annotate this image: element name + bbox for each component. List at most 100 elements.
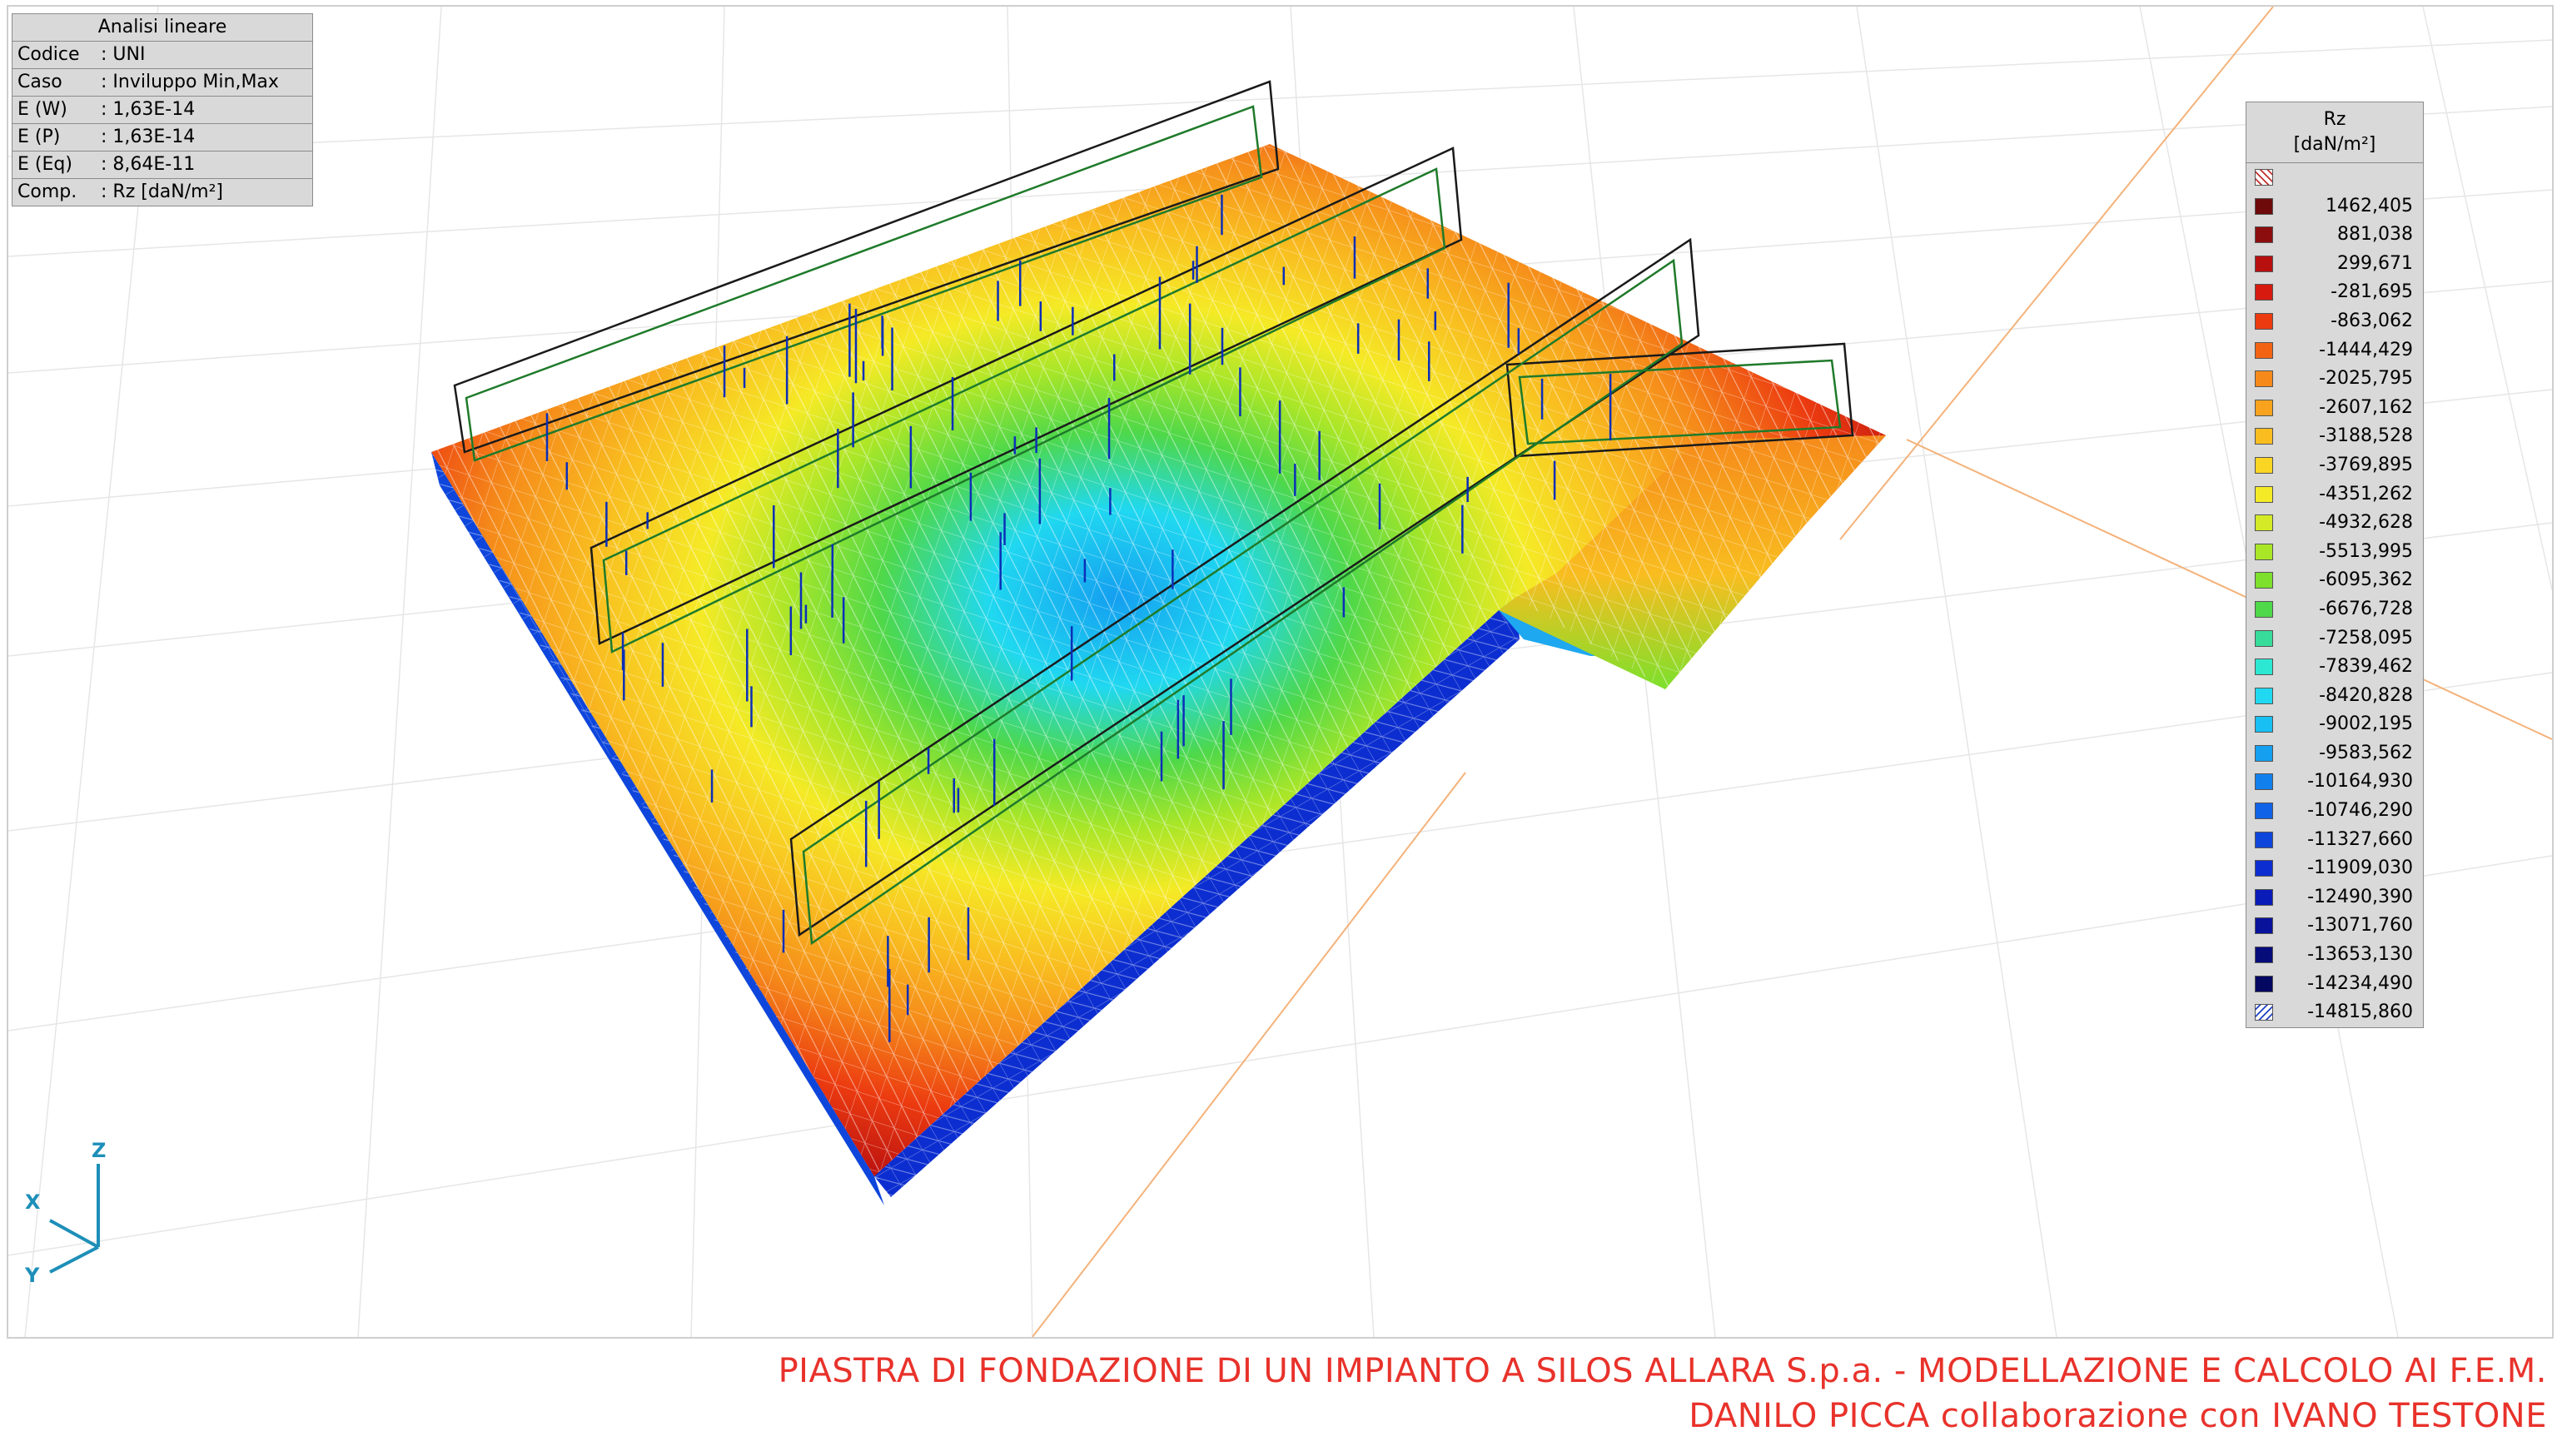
info-row-eeq: E (Eq) 8,64E-11 bbox=[12, 152, 312, 179]
legend-swatch bbox=[2255, 975, 2273, 992]
legend-swatch bbox=[2255, 428, 2273, 445]
legend-value: -2025,795 bbox=[2319, 368, 2413, 390]
legend-value: 881,038 bbox=[2337, 224, 2413, 246]
legend-value: 1462,405 bbox=[2326, 195, 2413, 216]
legend-value: -14815,860 bbox=[2307, 1001, 2413, 1023]
legend-entry: -1444,429 bbox=[2246, 336, 2423, 365]
legend-value: -3188,528 bbox=[2319, 425, 2413, 447]
legend-swatch bbox=[2255, 773, 2273, 791]
legend-swatch bbox=[2255, 312, 2273, 330]
legend-swatch bbox=[2255, 399, 2273, 416]
legend-value: -2607,162 bbox=[2319, 396, 2413, 418]
legend-rows: 1462,405 881,038 299,671 -281,695 -863,062 -1… bbox=[2246, 192, 2423, 1027]
legend-value: -11327,660 bbox=[2307, 828, 2413, 850]
legend-swatch bbox=[2255, 255, 2273, 272]
legend-entry: -4351,262 bbox=[2246, 480, 2423, 509]
legend-swatch bbox=[2255, 600, 2273, 618]
caption-line-2: DANILO PICCA collaborazione con IVANO TE… bbox=[1689, 1397, 2547, 1435]
legend-swatch bbox=[2255, 744, 2273, 762]
legend-entry: -4932,628 bbox=[2246, 509, 2423, 538]
analysis-title: Analisi lineare bbox=[12, 14, 312, 42]
info-key: E (Eq) bbox=[17, 154, 72, 175]
legend-entry: -7258,095 bbox=[2246, 624, 2423, 653]
legend-entry: 1462,405 bbox=[2246, 192, 2423, 221]
legend-value: -3769,895 bbox=[2319, 454, 2413, 475]
legend-entry: -12490,390 bbox=[2246, 883, 2423, 912]
model-viewport[interactable]: Analisi lineare Codice UNI Caso Inviluppo … bbox=[7, 5, 2554, 1339]
legend-unit: [daN/m²] bbox=[2293, 134, 2376, 155]
color-legend: Rz [daN/m²] 1462,405 881,038 299,671 -281,6… bbox=[2246, 102, 2424, 1028]
legend-value: -7839,462 bbox=[2319, 656, 2413, 678]
legend-entry: -3769,895 bbox=[2246, 451, 2423, 480]
legend-swatch bbox=[2255, 226, 2273, 244]
legend-entry: -7839,462 bbox=[2246, 653, 2423, 682]
legend-entry: -3188,528 bbox=[2246, 422, 2423, 451]
legend-swatch bbox=[2255, 716, 2273, 733]
legend-entry: 299,671 bbox=[2246, 250, 2423, 279]
legend-value: 299,671 bbox=[2337, 252, 2413, 274]
axis-gizmo: Z X Y bbox=[17, 1139, 108, 1289]
axis-x-label: X bbox=[25, 1190, 41, 1214]
legend-entry: 881,038 bbox=[2246, 221, 2423, 250]
legend-swatch bbox=[2255, 370, 2273, 388]
legend-title: Rz bbox=[2323, 109, 2346, 130]
info-row-comp: Comp. Rz [daN/m²] bbox=[12, 179, 312, 206]
legend-swatch bbox=[2255, 514, 2273, 532]
legend-value: -6095,362 bbox=[2319, 569, 2413, 591]
legend-swatch bbox=[2255, 687, 2273, 704]
legend-value: -8420,828 bbox=[2319, 684, 2413, 706]
info-key: Comp. bbox=[17, 181, 77, 202]
legend-swatch bbox=[2255, 888, 2273, 906]
axis-y-label: Y bbox=[25, 1264, 40, 1287]
legend-swatch bbox=[2255, 456, 2273, 474]
legend-entry: -11327,660 bbox=[2246, 826, 2423, 855]
legend-entry: -10746,290 bbox=[2246, 797, 2423, 826]
legend-top-hatch-row bbox=[2246, 163, 2423, 192]
legend-entry: -13071,760 bbox=[2246, 912, 2423, 941]
legend-value: -9002,195 bbox=[2319, 713, 2413, 735]
legend-entry: -863,062 bbox=[2246, 307, 2423, 336]
info-row-ep: E (P) 1,63E-14 bbox=[12, 124, 312, 152]
figure-caption: PIASTRA DI FONDAZIONE DI UN IMPIANTO A S… bbox=[779, 1349, 2547, 1439]
caption-line-1: PIASTRA DI FONDAZIONE DI UN IMPIANTO A S… bbox=[778, 1352, 2547, 1390]
legend-swatch bbox=[2255, 572, 2273, 589]
legend-entry: -6676,728 bbox=[2246, 595, 2423, 624]
info-row-case: Caso Inviluppo Min,Max bbox=[12, 69, 312, 97]
legend-swatch bbox=[2255, 629, 2273, 647]
legend-value: -4351,262 bbox=[2319, 483, 2413, 504]
legend-entry: -14234,490 bbox=[2246, 970, 2423, 999]
legend-value: -13653,130 bbox=[2307, 944, 2413, 966]
legend-entry: -281,695 bbox=[2246, 278, 2423, 307]
analysis-info-panel: Analisi lineare Codice UNI Caso Inviluppo … bbox=[12, 13, 313, 206]
legend-value: -10746,290 bbox=[2307, 800, 2413, 822]
legend-entry: -2607,162 bbox=[2246, 394, 2423, 423]
legend-value: -10164,930 bbox=[2307, 771, 2413, 793]
legend-swatch bbox=[2255, 803, 2273, 820]
legend-header: Rz [daN/m²] bbox=[2246, 102, 2423, 163]
hatch-swatch-icon bbox=[2255, 169, 2273, 186]
legend-swatch bbox=[2255, 543, 2273, 560]
info-row-code: Codice UNI bbox=[12, 42, 312, 69]
legend-value: -7258,095 bbox=[2319, 627, 2413, 648]
info-key: Codice bbox=[17, 44, 80, 65]
info-key: Caso bbox=[17, 72, 62, 92]
fem-model-view[interactable] bbox=[8, 7, 2552, 1337]
legend-value: -863,062 bbox=[2331, 310, 2413, 331]
legend-entry: -5513,995 bbox=[2246, 538, 2423, 567]
legend-swatch bbox=[2255, 831, 2273, 848]
legend-entry: -8420,828 bbox=[2246, 682, 2423, 711]
info-row-ew: E (W) 1,63E-14 bbox=[12, 97, 312, 124]
info-value: Rz [daN/m²] bbox=[101, 179, 312, 206]
legend-entry: -10164,930 bbox=[2246, 768, 2423, 797]
legend-value: -9583,562 bbox=[2319, 742, 2413, 763]
legend-swatch bbox=[2255, 917, 2273, 935]
legend-entry: -11909,030 bbox=[2246, 854, 2423, 883]
legend-swatch bbox=[2255, 284, 2273, 301]
info-value: 8,64E-11 bbox=[101, 152, 312, 178]
legend-swatch bbox=[2255, 197, 2273, 215]
legend-value: -4932,628 bbox=[2319, 512, 2413, 534]
legend-swatch bbox=[2255, 341, 2273, 359]
legend-value: -6676,728 bbox=[2319, 598, 2413, 619]
legend-swatch bbox=[2255, 860, 2273, 877]
legend-entry: -13653,130 bbox=[2246, 941, 2423, 970]
